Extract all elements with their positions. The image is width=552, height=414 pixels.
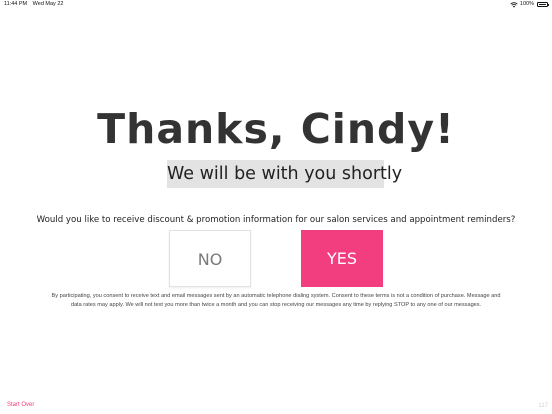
status-time: 11:44 PM (4, 1, 28, 7)
screen: 11:44 PM Wed May 22 100% Thanks, Cindy! … (0, 0, 552, 414)
opt-in-question: Would you like to receive discount & pro… (36, 215, 516, 225)
consent-disclaimer: By participating, you consent to receive… (51, 293, 501, 308)
wait-message: We will be with you shortly (167, 160, 402, 188)
yes-button[interactable]: YES (301, 230, 383, 287)
status-date: Wed May 22 (32, 1, 64, 7)
battery-icon (537, 2, 550, 7)
status-bar: 11:44 PM Wed May 22 100% (0, 0, 552, 9)
version-number: 117 (538, 403, 548, 409)
start-over-link[interactable]: Start Over (7, 401, 34, 410)
battery-percent: 100% (519, 1, 534, 7)
status-left: 11:44 PM Wed May 22 (4, 0, 63, 9)
thanks-title: Thanks, Cindy! (97, 105, 455, 153)
no-button[interactable]: NO (169, 230, 251, 287)
status-right: 100% (510, 0, 550, 9)
wifi-icon (510, 1, 518, 8)
